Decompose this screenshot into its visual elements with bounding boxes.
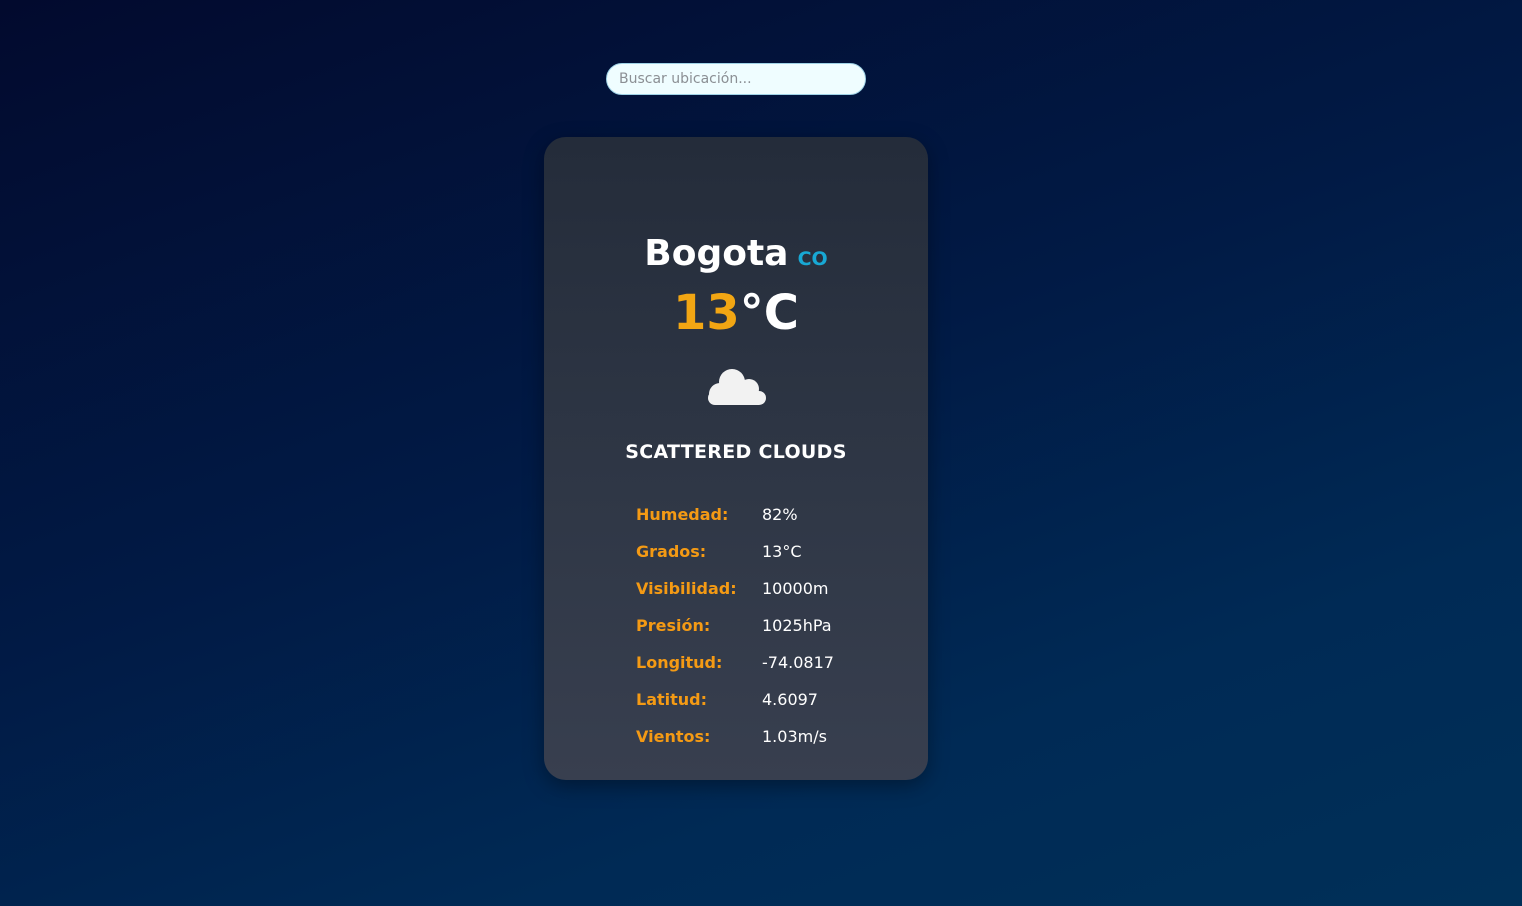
detail-row-degrees: Grados: 13°C (636, 533, 876, 570)
weather-card: Bogota CO 13°C SCATTERED CLOUDS Humedad:… (544, 137, 928, 780)
detail-label: Humedad: (636, 505, 729, 524)
city-name: Bogota (644, 233, 789, 274)
detail-row-visibility: Visibilidad: 10000m (636, 570, 876, 607)
detail-row-longitude: Longitud: -74.0817 (636, 644, 876, 681)
detail-value: 82% (762, 505, 798, 524)
detail-row-wind: Vientos: 1.03m/s (636, 718, 876, 755)
detail-value: 1025hPa (762, 616, 832, 635)
detail-row-latitude: Latitud: 4.6097 (636, 681, 876, 718)
detail-row-pressure: Presión: 1025hPa (636, 607, 876, 644)
weather-details: Humedad: 82% Grados: 13°C Visibilidad: 1… (636, 496, 876, 755)
cloud-icon (708, 369, 766, 405)
detail-label: Vientos: (636, 727, 711, 746)
country-code: CO (797, 248, 828, 270)
detail-value: 1.03m/s (762, 727, 827, 746)
location-heading: Bogota CO (544, 233, 928, 274)
weather-description: SCATTERED CLOUDS (625, 441, 847, 463)
detail-label: Grados: (636, 542, 707, 561)
detail-value: 4.6097 (762, 690, 818, 709)
temperature-display: 13°C (544, 289, 928, 337)
detail-label: Longitud: (636, 653, 723, 672)
detail-label: Latitud: (636, 690, 708, 709)
detail-label: Visibilidad: (636, 579, 737, 598)
detail-label: Presión: (636, 616, 711, 635)
detail-value: 10000m (762, 579, 829, 598)
detail-value: -74.0817 (762, 653, 834, 672)
detail-value: 13°C (762, 542, 802, 561)
temperature-unit: °C (739, 285, 800, 341)
temperature-value: 13 (672, 285, 740, 341)
search-input[interactable] (606, 63, 866, 95)
detail-row-humidity: Humedad: 82% (636, 496, 876, 533)
